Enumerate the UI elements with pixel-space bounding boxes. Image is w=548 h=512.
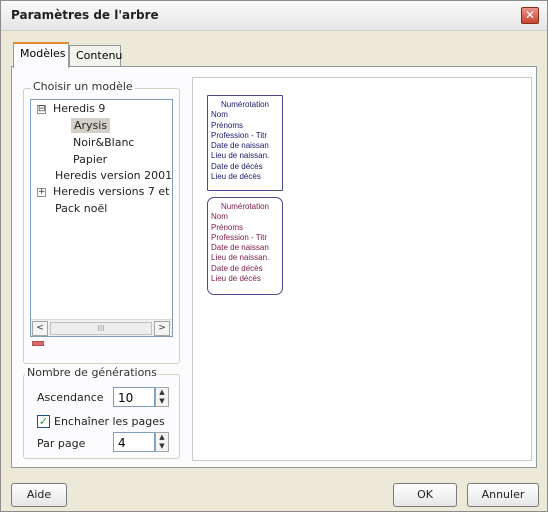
tree-item-heredis-9[interactable]: Heredis 9 (53, 102, 105, 115)
ascendance-stepper[interactable]: ▲ ▼ (155, 387, 169, 407)
spin-down-icon[interactable]: ▼ (156, 442, 168, 451)
model-color-swatch[interactable] (32, 341, 44, 346)
title-bar[interactable]: Paramètres de l'arbre ✕ (1, 1, 547, 31)
ascendance-label: Ascendance (37, 391, 104, 404)
per-page-input[interactable]: 4 (113, 432, 155, 452)
card-field: Profession - Titr (211, 232, 268, 242)
card-field: Nom (211, 212, 228, 222)
tab-contenu[interactable]: Contenu (69, 45, 122, 67)
card-field: Profession - Titr (211, 130, 268, 140)
help-button[interactable]: Aide (11, 483, 67, 507)
tab-modeles[interactable]: Modèles (13, 42, 69, 68)
dialog-window: Paramètres de l'arbre ✕ Modèles Contenu … (0, 0, 548, 512)
model-tree[interactable]: ⊟ Heredis 9 Arysis Noir&Blanc Papier Her… (30, 99, 173, 337)
model-group-legend: Choisir un modèle (31, 80, 135, 93)
card-field: Nom (211, 110, 228, 120)
card-field: Lieu de décès (211, 274, 261, 284)
close-icon[interactable]: ✕ (521, 7, 539, 24)
card-field: Date de naissan (211, 243, 269, 253)
chain-pages-label: Enchaîner les pages (54, 415, 165, 428)
scroll-left-icon[interactable]: < (32, 321, 48, 336)
dialog-title: Paramètres de l'arbre (11, 8, 159, 22)
tree-horizontal-scrollbar[interactable]: < III > (31, 319, 172, 336)
cancel-button[interactable]: Annuler (467, 483, 539, 507)
preview-card-2: Numérotation Nom Prénoms Profession - Ti… (207, 197, 283, 295)
spin-down-icon[interactable]: ▼ (156, 397, 168, 406)
tree-item-heredis-2001[interactable]: Heredis version 2001 (55, 169, 172, 182)
scroll-thumb[interactable]: III (50, 322, 152, 335)
expand-icon[interactable]: + (37, 188, 46, 197)
spin-up-icon[interactable]: ▲ (156, 433, 168, 442)
card-field: Numérotation (220, 202, 270, 211)
model-preview-area: Numérotation Nom Prénoms Profession - Ti… (192, 77, 532, 461)
preview-card-1: Numérotation Nom Prénoms Profession - Ti… (207, 95, 283, 191)
tree-item-pack-noel[interactable]: Pack noël (55, 202, 107, 215)
card-field: Date de décès (211, 263, 263, 273)
card-field: Date de naissan (211, 141, 269, 151)
per-page-stepper[interactable]: ▲ ▼ (155, 432, 169, 452)
tree-item-papier[interactable]: Papier (73, 153, 107, 166)
card-field: Prénoms (211, 222, 244, 232)
generations-legend: Nombre de générations (25, 366, 160, 379)
chain-pages-checkbox[interactable]: ✓ (37, 415, 50, 428)
collapse-icon[interactable]: ⊟ (37, 105, 46, 114)
card-field: Lieu de naissan. (211, 151, 270, 161)
ok-button[interactable]: OK (393, 483, 457, 507)
card-field: Lieu de naissan. (211, 253, 270, 263)
tree-item-heredis-7-8[interactable]: Heredis versions 7 et 8 (53, 185, 172, 198)
card-field: Numérotation (220, 100, 270, 109)
spin-up-icon[interactable]: ▲ (156, 388, 168, 397)
card-field: Prénoms (211, 120, 244, 130)
card-field: Date de décès (211, 161, 263, 171)
card-field: Lieu de décès (211, 172, 261, 182)
tree-item-arysis[interactable]: Arysis (71, 118, 111, 133)
tab-panel-modeles: Choisir un modèle ⊟ Heredis 9 Arysis Noi… (11, 66, 537, 468)
scroll-right-icon[interactable]: > (154, 321, 170, 336)
ascendance-input[interactable]: 10 (113, 387, 155, 407)
tree-item-noir-blanc[interactable]: Noir&Blanc (73, 136, 134, 149)
per-page-label: Par page (37, 437, 86, 450)
